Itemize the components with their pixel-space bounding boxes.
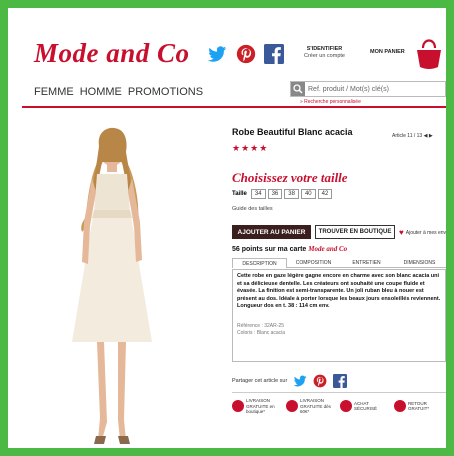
perks-bar: LIVRAISON GRATUITE en boutique* LIVRAISO… [232, 398, 446, 415]
tab-description[interactable]: DESCRIPTION [232, 258, 287, 268]
search-icon[interactable] [291, 82, 305, 96]
prev-arrow-icon[interactable]: ◀ [424, 133, 428, 139]
facebook-share-icon[interactable] [333, 374, 348, 388]
product-tabs: DESCRIPTION COMPOSITION ENTRETIEN DIMENS… [232, 258, 446, 268]
perks-divider [232, 392, 446, 393]
rating-stars[interactable]: ★★★★ [232, 143, 268, 154]
pinterest-share-icon[interactable] [313, 374, 327, 388]
add-to-cart-button[interactable]: AJOUTER AU PANIER [232, 225, 311, 239]
header-divider [22, 106, 446, 108]
wishlist-link[interactable]: ♥ Ajouter à mes envies [399, 228, 446, 237]
points-brand: Mode and Co [308, 245, 348, 253]
nav-item-femme[interactable]: FEMME [34, 86, 74, 98]
description-text: Cette robe en gaze légère gagne encore e… [237, 273, 441, 309]
find-in-store-button[interactable]: TROUVER EN BOUTIQUE [315, 225, 395, 239]
register-link[interactable]: Créer un compte [304, 53, 345, 59]
shopping-bag-icon[interactable] [415, 36, 443, 70]
article-counter: Article 11 / 13 [392, 133, 423, 139]
size-option[interactable]: 40 [300, 189, 316, 199]
tab-composition[interactable]: COMPOSITION [287, 258, 340, 268]
main-nav: FEMME HOMME PROMOTIONS [34, 86, 203, 98]
perk-free-return: RETOUR GRATUIT* [394, 398, 446, 415]
perk-free-delivery: LIVRAISON GRATUITE dès 60€* [286, 398, 338, 415]
advanced-search-link[interactable]: » Recherche personnalisée [300, 99, 361, 105]
product-page: Mode and Co S'IDENTIFIER Créer un compte… [22, 22, 446, 450]
facebook-icon[interactable] [264, 44, 284, 64]
search-placeholder: Ref. produit / Mot(s) clé(s) [308, 85, 389, 93]
nav-item-homme[interactable]: HOMME [80, 86, 122, 98]
login-link[interactable]: S'IDENTIFIER [307, 46, 343, 52]
description-panel: Cette robe en gaze légère gagne encore e… [232, 269, 446, 362]
truck-icon [232, 400, 244, 413]
cart-link[interactable]: MON PANIER [370, 49, 405, 55]
box-icon [286, 400, 298, 413]
tab-dimensions[interactable]: DIMENSIONS [393, 258, 446, 268]
perk-text: LIVRAISON GRATUITE en boutique* [246, 398, 275, 414]
perk-secure-payment: ACHAT SÉCURISÉ [340, 398, 392, 415]
size-option[interactable]: 38 [284, 189, 299, 199]
size-selector: Taille 34 36 38 40 42 [232, 189, 333, 199]
brand-logo[interactable]: Mode and Co [34, 38, 190, 69]
lock-icon [340, 400, 352, 413]
product-title: Robe Beautiful Blanc acacia [232, 127, 353, 137]
nav-item-promotions[interactable]: PROMOTIONS [128, 86, 203, 98]
account-link[interactable]: S'IDENTIFIER Créer un compte [304, 46, 345, 60]
tab-entretien[interactable]: ENTRETIEN [340, 258, 393, 268]
size-label: Taille [232, 191, 247, 197]
product-photo[interactable] [52, 122, 172, 450]
pinterest-icon[interactable] [236, 44, 256, 64]
twitter-icon[interactable] [207, 44, 227, 64]
perk-text: LIVRAISON GRATUITE dès 60€* [300, 398, 331, 414]
article-pager: Article 11 / 13 ◀ ▶ [392, 133, 433, 139]
next-arrow-icon[interactable]: ▶ [429, 133, 433, 139]
search-input[interactable]: Ref. produit / Mot(s) clé(s) [290, 81, 446, 97]
heart-icon[interactable]: ♥ [399, 228, 404, 237]
size-option[interactable]: 42 [317, 189, 333, 199]
perk-text: RETOUR GRATUIT* [408, 400, 430, 412]
wishlist-label[interactable]: Ajouter à mes envies [406, 230, 446, 236]
page-frame: Mode and Co S'IDENTIFIER Créer un compte… [0, 0, 454, 456]
choose-size-heading: Choisissez votre taille [232, 170, 348, 185]
share-bar: Partager cet article sur [232, 374, 348, 388]
perk-free-store-delivery: LIVRAISON GRATUITE en boutique* [232, 398, 284, 415]
product-reference: Référence : 32AR-25 [237, 322, 284, 329]
size-guide-link[interactable]: Guide des tailles [232, 206, 273, 212]
return-icon [394, 400, 406, 413]
size-option[interactable]: 36 [267, 189, 283, 199]
share-label: Partager cet article sur [232, 378, 288, 384]
loyalty-points: 56 points sur ma carte Mode and Co [232, 245, 347, 253]
twitter-share-icon[interactable] [293, 374, 307, 388]
points-text: 56 points sur ma carte [232, 246, 307, 253]
size-option[interactable]: 34 [250, 189, 266, 199]
product-color: Coloris : Blanc acacia [237, 329, 286, 336]
perk-text: ACHAT SÉCURISÉ [354, 400, 378, 412]
